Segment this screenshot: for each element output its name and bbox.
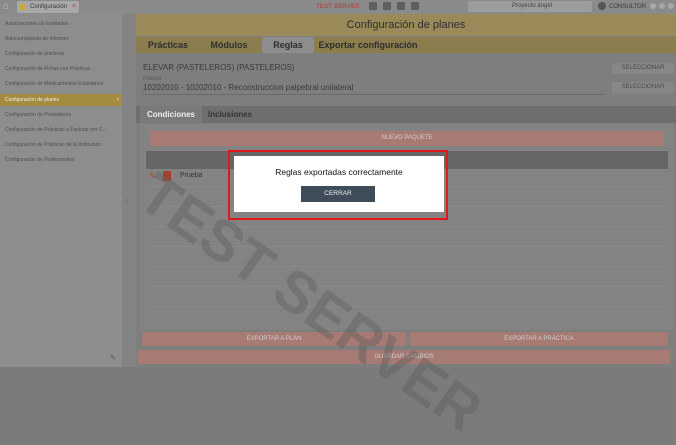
sidebar-item-label: Autocompletado de Informes xyxy=(5,36,69,42)
sidebar-item-medicamentos[interactable]: Configuración de Medicamentos Estándares xyxy=(0,78,122,90)
sidebar-item-practicas[interactable]: Configuración de prácticas xyxy=(0,48,122,60)
sidebar-item-label: Configuración de Prestadores xyxy=(5,112,72,118)
tab-reglas[interactable]: Reglas xyxy=(262,37,314,53)
sidebar-item-label: Configuración de Prácticas de la Institu… xyxy=(5,142,101,148)
maximize-icon[interactable] xyxy=(659,3,665,9)
toolbar-icons xyxy=(369,2,419,10)
sidebar-splitter[interactable]: ‹ xyxy=(122,14,136,367)
sidebar-item-label: Configuración de prácticas xyxy=(5,51,65,57)
app-tab-icon xyxy=(20,4,26,10)
plan-field: ELEVAR (PASTELEROS) (PASTELEROS) xyxy=(143,63,295,72)
sidebar-item-label: Configuración de Fichas con Prácticas xyxy=(5,66,91,72)
sidebar-item-prestadores[interactable]: Configuración de Prestadores xyxy=(0,109,122,121)
sidebar-item-autocompletado[interactable]: Autocompletado de Informes xyxy=(0,33,122,45)
pin-icon[interactable]: ✎ xyxy=(110,354,116,362)
sidebar-item-fichas[interactable]: Configuración de Fichas con Prácticas xyxy=(0,63,122,75)
sidebar-item-planes[interactable]: Configuración de planes › xyxy=(0,94,122,106)
home-icon[interactable]: ⌂ xyxy=(3,2,13,12)
select-practice-button[interactable]: SELECCIONAR xyxy=(612,82,674,93)
dialog-highlight-frame xyxy=(228,150,448,220)
tab-exportar-configuracion[interactable]: Exportar configuración xyxy=(316,37,420,53)
close-window-icon[interactable] xyxy=(668,3,674,9)
nuevo-paquete-button[interactable]: NUEVO PAQUETE xyxy=(150,131,664,146)
select-plan-button[interactable]: SELECCIONAR xyxy=(612,63,674,74)
app-tab-configuracion[interactable]: Configuración × xyxy=(17,1,79,13)
sidebar-item-profesionales[interactable]: Configuración de Profesionales xyxy=(0,154,122,166)
calendar-icon[interactable] xyxy=(369,2,377,10)
user-name: CONSULTOR xyxy=(609,4,647,10)
chevron-right-icon: › xyxy=(116,96,119,103)
subtab-condiciones[interactable]: Condiciones xyxy=(140,106,202,123)
page-title: Configuración de planes xyxy=(346,19,466,31)
window-controls xyxy=(650,3,674,9)
app-tab-label: Configuración xyxy=(30,4,68,10)
tab-practicas[interactable]: Prácticas xyxy=(140,37,196,53)
title-bar: ⌂ Configuración × TEST SERVER Proyecto á… xyxy=(0,0,676,14)
minimize-icon[interactable] xyxy=(650,3,656,9)
sidebar-item-label: Autorizaciones de Entidades xyxy=(5,21,69,27)
project-select-value: Proyecto ángel xyxy=(512,3,553,9)
divider xyxy=(142,94,604,95)
subtab-bar: Condiciones Inclusiones xyxy=(136,106,676,123)
sidebar-item-label: Configuración de Profesionales xyxy=(5,157,75,163)
sidebar-item-autorizaciones[interactable]: Autorizaciones de Entidades xyxy=(0,18,122,30)
test-server-label: TEST SERVER xyxy=(316,4,360,10)
practice-field: 10202010 - 10202010 - Reconstruccion pal… xyxy=(143,83,354,92)
exportar-practica-button[interactable]: EXPORTAR A PRÁCTICA xyxy=(410,332,668,346)
close-tab-icon[interactable]: × xyxy=(72,2,76,12)
sidebar-item-label: Configuración de Prácticas a Facturar po… xyxy=(5,127,107,133)
sidebar-item-label: Configuración de planes xyxy=(5,97,59,103)
user-avatar-icon xyxy=(598,2,606,11)
sidebar-item-label: Configuración de Medicamentos Estándares xyxy=(5,81,104,87)
user-menu[interactable]: CONSULTOR xyxy=(598,2,646,12)
sidebar: Autorizaciones de Entidades Autocompleta… xyxy=(0,14,122,367)
sidebar-item-institucion[interactable]: Configuración de Prácticas de la Institu… xyxy=(0,139,122,151)
sidebar-item-facturar[interactable]: Configuración de Prácticas a Facturar po… xyxy=(0,124,122,136)
practice-label: Práctica xyxy=(143,76,162,82)
collapse-arrow-icon[interactable]: ‹ xyxy=(126,198,128,204)
tab-modulos[interactable]: Módulos xyxy=(198,37,260,53)
phone-icon[interactable] xyxy=(397,2,405,10)
mail-icon[interactable] xyxy=(411,2,419,10)
subtab-inclusiones[interactable]: Inclusiones xyxy=(208,106,252,123)
bell-icon[interactable] xyxy=(383,2,391,10)
page-header: Configuración de planes xyxy=(136,14,676,36)
tab-bar: Prácticas Módulos Reglas Exportar config… xyxy=(136,37,676,53)
project-select[interactable]: Proyecto ángel xyxy=(468,1,592,12)
